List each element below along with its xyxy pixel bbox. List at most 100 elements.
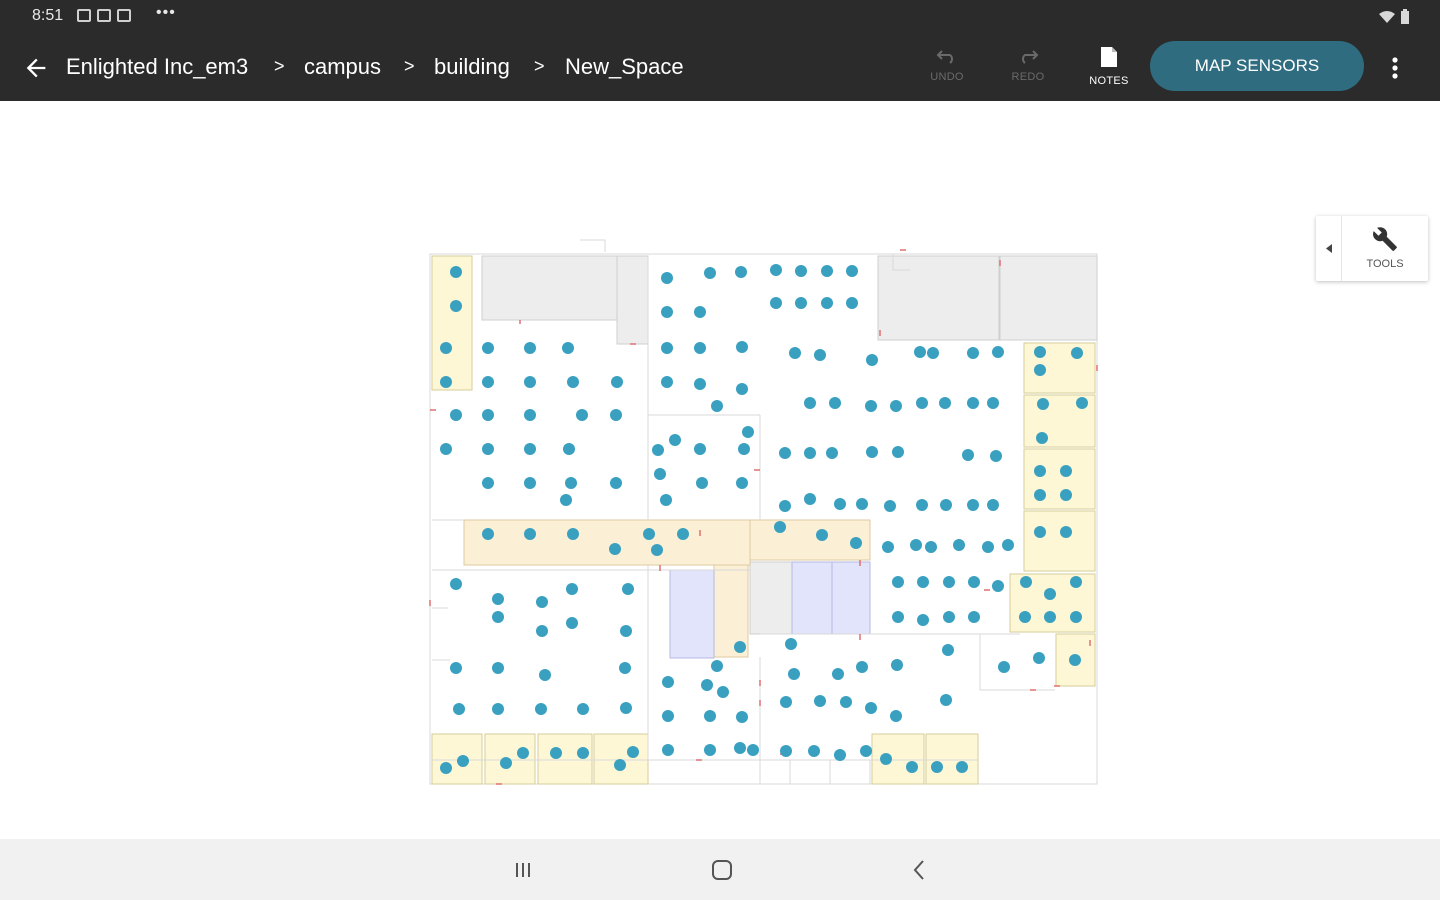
sensor-dot[interactable]: [651, 544, 663, 556]
sensor-dot[interactable]: [735, 266, 747, 278]
undo-button[interactable]: UNDO: [917, 46, 977, 92]
sensor-dot[interactable]: [992, 580, 1004, 592]
sensor-dot[interactable]: [662, 676, 674, 688]
sensor-dot[interactable]: [1069, 654, 1081, 666]
sensor-dot[interactable]: [610, 477, 622, 489]
back-nav-icon[interactable]: [903, 855, 937, 885]
sensor-dot[interactable]: [1070, 611, 1082, 623]
sensor-dot[interactable]: [524, 528, 536, 540]
sensor-dot[interactable]: [856, 661, 868, 673]
sensor-dot[interactable]: [942, 644, 954, 656]
sensor-dot[interactable]: [821, 297, 833, 309]
sensor-dot[interactable]: [846, 265, 858, 277]
sensor-dot[interactable]: [940, 694, 952, 706]
sensor-dot[interactable]: [1060, 465, 1072, 477]
sensor-dot[interactable]: [450, 578, 462, 590]
sensor-dot[interactable]: [943, 611, 955, 623]
breadcrumb-campus[interactable]: campus: [304, 54, 381, 80]
map-sensors-button[interactable]: MAP SENSORS: [1150, 41, 1364, 91]
sensor-dot[interactable]: [953, 539, 965, 551]
sensor-dot[interactable]: [804, 493, 816, 505]
sensor-dot[interactable]: [939, 397, 951, 409]
sensor-dot[interactable]: [450, 409, 462, 421]
sensor-dot[interactable]: [482, 443, 494, 455]
sensor-dot[interactable]: [890, 710, 902, 722]
sensor-dot[interactable]: [785, 638, 797, 650]
sensor-dot[interactable]: [1033, 652, 1045, 664]
sensor-dot[interactable]: [770, 264, 782, 276]
sensor-dot[interactable]: [669, 434, 681, 446]
sensor-dot[interactable]: [482, 342, 494, 354]
sensor-dot[interactable]: [998, 661, 1010, 673]
sensor-dot[interactable]: [814, 349, 826, 361]
sensor-dot[interactable]: [524, 342, 536, 354]
sensor-dot[interactable]: [492, 593, 504, 605]
sensor-dot[interactable]: [1034, 465, 1046, 477]
sensor-dot[interactable]: [577, 703, 589, 715]
sensor-dot[interactable]: [987, 499, 999, 511]
sensor-dot[interactable]: [829, 397, 841, 409]
sensor-dot[interactable]: [850, 537, 862, 549]
sensor-dot[interactable]: [795, 297, 807, 309]
sensor-dot[interactable]: [450, 300, 462, 312]
sensor-dot[interactable]: [982, 541, 994, 553]
sensor-dot[interactable]: [747, 744, 759, 756]
home-icon[interactable]: [705, 855, 739, 885]
sensor-dot[interactable]: [440, 342, 452, 354]
sensor-dot[interactable]: [742, 426, 754, 438]
sensor-dot[interactable]: [524, 376, 536, 388]
sensor-dot[interactable]: [1044, 611, 1056, 623]
sensor-dot[interactable]: [779, 447, 791, 459]
sensor-dot[interactable]: [906, 761, 918, 773]
sensor-dot[interactable]: [539, 669, 551, 681]
sensor-dot[interactable]: [563, 443, 575, 455]
sensor-dot[interactable]: [927, 347, 939, 359]
sensor-dot[interactable]: [661, 306, 673, 318]
sensor-dot[interactable]: [840, 696, 852, 708]
sensor-dot[interactable]: [770, 297, 782, 309]
sensor-dot[interactable]: [956, 761, 968, 773]
sensor-dot[interactable]: [834, 498, 846, 510]
sensor-dot[interactable]: [482, 376, 494, 388]
sensor-dot[interactable]: [734, 742, 746, 754]
sensor-dot[interactable]: [701, 679, 713, 691]
sensor-dot[interactable]: [611, 376, 623, 388]
sensor-dot[interactable]: [967, 499, 979, 511]
breadcrumb-space[interactable]: New_Space: [565, 54, 684, 80]
sensor-dot[interactable]: [609, 543, 621, 555]
sensor-dot[interactable]: [711, 400, 723, 412]
sensor-dot[interactable]: [990, 450, 1002, 462]
sensor-dot[interactable]: [795, 265, 807, 277]
sensor-dot[interactable]: [661, 272, 673, 284]
sensor-dot[interactable]: [482, 409, 494, 421]
sensor-dot[interactable]: [789, 347, 801, 359]
sensor-dot[interactable]: [738, 443, 750, 455]
redo-button[interactable]: REDO: [998, 46, 1058, 92]
sensor-dot[interactable]: [662, 710, 674, 722]
sensor-dot[interactable]: [620, 702, 632, 714]
sensor-dot[interactable]: [1034, 526, 1046, 538]
sensor-dot[interactable]: [917, 614, 929, 626]
sensor-dot[interactable]: [535, 703, 547, 715]
notes-button[interactable]: NOTES: [1079, 46, 1139, 92]
sensor-dot[interactable]: [440, 443, 452, 455]
sensor-dot[interactable]: [1002, 539, 1014, 551]
sensor-dot[interactable]: [696, 477, 708, 489]
sensor-dot[interactable]: [821, 265, 833, 277]
sensor-dot[interactable]: [704, 744, 716, 756]
sensor-dot[interactable]: [717, 686, 729, 698]
sensor-dot[interactable]: [834, 749, 846, 761]
sensor-dot[interactable]: [736, 341, 748, 353]
breadcrumb-building[interactable]: building: [434, 54, 510, 80]
sensor-dot[interactable]: [968, 611, 980, 623]
sensor-dot[interactable]: [1044, 588, 1056, 600]
sensor-dot[interactable]: [808, 745, 820, 757]
sensor-dot[interactable]: [524, 477, 536, 489]
sensor-dot[interactable]: [627, 746, 639, 758]
sensor-dot[interactable]: [865, 400, 877, 412]
sensor-dot[interactable]: [866, 446, 878, 458]
sensor-dot[interactable]: [567, 376, 579, 388]
sensor-dot[interactable]: [565, 477, 577, 489]
sensor-dot[interactable]: [619, 662, 631, 674]
sensor-dot[interactable]: [967, 347, 979, 359]
